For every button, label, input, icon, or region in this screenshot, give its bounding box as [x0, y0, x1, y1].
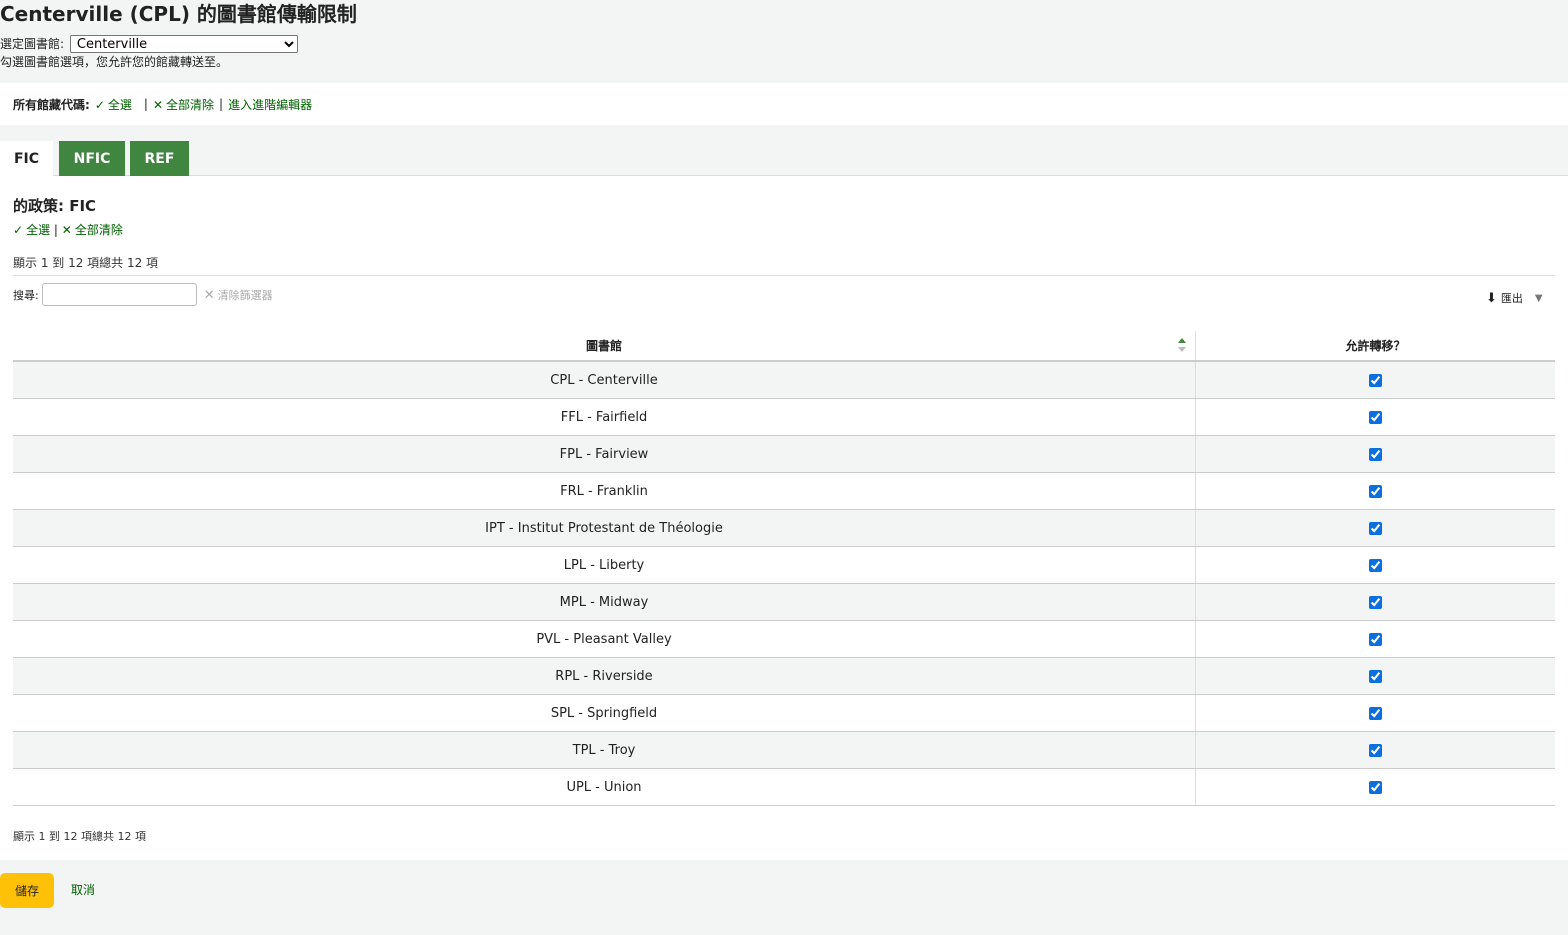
table-row: SPL - Springfield [13, 694, 1555, 732]
allow-cell [1195, 398, 1555, 436]
table-row: MPL - Midway [13, 583, 1555, 621]
policy-select-all-link[interactable]: ✓ 全選 [13, 223, 54, 237]
allow-cell [1195, 694, 1555, 732]
x-icon: ✕ [152, 97, 163, 112]
library-cell: TPL - Troy [13, 731, 1196, 769]
allow-cell [1195, 620, 1555, 658]
tab-nfic[interactable]: NFIC [59, 141, 125, 176]
table-row: PVL - Pleasant Valley [13, 620, 1555, 658]
library-cell: FRL - Franklin [13, 472, 1196, 510]
all-codes-bar: 所有館藏代碼: ✓ 全選 | ✕ 全部清除 | 進入進階編輯器 [0, 83, 1568, 125]
tab-panel: 的政策: FIC ✓ 全選 | ✕ 全部清除 顯示 1 到 12 項總共 12 項 … [0, 176, 1568, 860]
table-row: LPL - Liberty [13, 546, 1555, 584]
allow-cell [1195, 435, 1555, 473]
library-cell: PVL - Pleasant Valley [13, 620, 1196, 658]
allow-cell [1195, 583, 1555, 621]
table-row: TPL - Troy [13, 731, 1555, 769]
allow-cell [1195, 657, 1555, 695]
select-all-codes-link[interactable]: ✓ 全選 [95, 96, 132, 113]
allow-transfer-checkbox[interactable] [1369, 410, 1382, 424]
allow-transfer-checkbox[interactable] [1369, 373, 1382, 387]
tab-fic[interactable]: FIC [0, 141, 53, 176]
table-row: IPT - Institut Protestant de Théologie [13, 509, 1555, 547]
check-icon: ✓ [13, 223, 24, 237]
branch-select[interactable]: Centerville [69, 35, 298, 53]
clear-all-codes-link[interactable]: ✕ 全部清除 [153, 96, 214, 113]
allow-transfer-checkbox[interactable] [1369, 669, 1382, 683]
item-type-tabs: FIC NFIC REF [0, 140, 1568, 176]
search-label: 搜尋: [13, 288, 39, 302]
allow-transfer-checkbox[interactable] [1369, 780, 1382, 794]
branch-select-label: 選定圖書館: [0, 37, 65, 51]
table-body: CPL - Centerville FFL - Fairfield FPL - Fa… [13, 361, 1555, 806]
policy-clear-all-text: 全部清除 [74, 223, 123, 237]
save-button[interactable]: 儲存 [0, 873, 54, 908]
download-icon: ⬇ [1486, 290, 1497, 306]
table-row: FRL - Franklin [13, 472, 1555, 510]
x-icon: ✕ [203, 287, 215, 303]
sort-icon [1178, 338, 1186, 354]
allow-cell [1195, 768, 1555, 806]
library-cell: IPT - Institut Protestant de Théologie [13, 509, 1196, 547]
library-cell: SPL - Springfield [13, 694, 1196, 732]
library-cell: UPL - Union [13, 768, 1196, 806]
clear-all-codes-text: 全部清除 [166, 97, 215, 112]
table-row: CPL - Centerville [13, 361, 1555, 399]
separator: | [53, 223, 58, 237]
allow-transfer-checkbox[interactable] [1369, 632, 1382, 646]
library-cell: FPL - Fairview [13, 435, 1196, 473]
search-input[interactable] [41, 283, 197, 306]
x-icon: ✕ [61, 223, 72, 237]
allow-cell [1195, 731, 1555, 769]
policy-clear-all-link[interactable]: ✕ 全部清除 [62, 223, 123, 237]
table-row: FFL - Fairfield [13, 398, 1555, 436]
library-cell: LPL - Liberty [13, 546, 1196, 584]
policy-heading: 的政策: FIC [13, 197, 97, 215]
check-icon: ✓ [94, 97, 105, 112]
divider [13, 275, 1555, 276]
cancel-link[interactable]: 取消 [71, 881, 95, 898]
select-all-codes-text: 全選 [107, 97, 132, 112]
allow-transfer-checkbox[interactable] [1369, 521, 1382, 535]
tab-ref[interactable]: REF [130, 141, 189, 176]
instructions-text: 勾選圖書館選項，您允許您的館藏轉送至。 [0, 55, 229, 69]
library-cell: FFL - Fairfield [13, 398, 1196, 436]
separator: | [143, 97, 148, 111]
page-title: Centerville (CPL) 的圖書館傳輸限制 [0, 2, 357, 26]
advanced-editor-link[interactable]: 進入進階編輯器 [228, 96, 312, 113]
allow-transfer-checkbox[interactable] [1369, 595, 1382, 609]
library-column-header[interactable]: 圖書館 [13, 331, 1196, 362]
library-cell: RPL - Riverside [13, 657, 1196, 695]
allow-transfer-checkbox[interactable] [1369, 484, 1382, 498]
transfer-table: 圖書館 允許轉移？ CPL - Centerville FFL - Fairfie… [13, 331, 1555, 806]
allow-cell [1195, 472, 1555, 510]
allow-transfer-checkbox[interactable] [1369, 558, 1382, 572]
branch-select-row: 選定圖書館: Centerville [0, 35, 298, 53]
library-header-text: 圖書館 [585, 339, 622, 353]
library-cell: CPL - Centerville [13, 361, 1196, 399]
allow-cell [1195, 361, 1555, 399]
allow-transfer-checkbox[interactable] [1369, 447, 1382, 461]
clear-filter-button[interactable]: ✕ 清除篩選器 [204, 287, 273, 303]
table-info-bottom: 顯示 1 到 12 項總共 12 項 [13, 830, 146, 843]
allow-transfer-checkbox[interactable] [1369, 706, 1382, 720]
library-cell: MPL - Midway [13, 583, 1196, 621]
clear-filter-text: 清除篩選器 [217, 288, 273, 302]
policy-select-all-text: 全選 [26, 223, 51, 237]
all-codes-label: 所有館藏代碼: [13, 97, 90, 112]
table-row: UPL - Union [13, 768, 1555, 806]
chevron-down-icon: ▼ [1534, 292, 1543, 304]
export-label: 匯出 [1500, 292, 1523, 305]
allow-cell [1195, 546, 1555, 584]
allow-transfer-checkbox[interactable] [1369, 743, 1382, 757]
export-button[interactable]: ⬇ 匯出 ▼ [1486, 290, 1543, 306]
allow-cell [1195, 509, 1555, 547]
table-row: RPL - Riverside [13, 657, 1555, 695]
table-info-top: 顯示 1 到 12 項總共 12 項 [13, 256, 159, 270]
table-row: FPL - Fairview [13, 435, 1555, 473]
allow-column-header[interactable]: 允許轉移？ [1195, 331, 1555, 362]
policy-links: ✓ 全選 | ✕ 全部清除 [13, 221, 123, 238]
search-row: 搜尋: ✕ 清除篩選器 [13, 283, 273, 306]
separator: | [219, 97, 224, 111]
